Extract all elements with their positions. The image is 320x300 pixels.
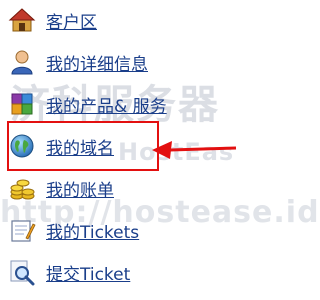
menu-item-label: 客户区: [46, 12, 97, 33]
menu-item-label: 我的详细信息: [46, 54, 148, 75]
highlight-box: [7, 121, 159, 171]
arrow-icon: [152, 141, 237, 159]
menu-item-my-tickets[interactable]: 我的Tickets: [8, 216, 139, 244]
coins-icon: [8, 174, 36, 202]
menu-item-label: 我的产品& 服务: [46, 96, 167, 117]
menu-item-label: 我的Tickets: [46, 222, 140, 243]
products-icon: [8, 90, 36, 118]
user-icon: [8, 48, 36, 76]
menu-item-my-invoices[interactable]: 我的账单: [8, 174, 114, 202]
magnifier-icon: [8, 258, 36, 286]
menu-item-my-products[interactable]: 我的产品& 服务: [8, 90, 167, 118]
notepad-icon: [8, 216, 36, 244]
menu-item-my-details[interactable]: 我的详细信息: [8, 48, 148, 76]
menu-item-label: 提交Ticket: [46, 264, 131, 285]
menu-item-client-area[interactable]: 客户区: [8, 6, 97, 34]
menu-item-label: 我的账单: [46, 180, 114, 201]
menu-item-submit-ticket[interactable]: 提交Ticket: [8, 258, 130, 286]
house-icon: [8, 6, 36, 34]
